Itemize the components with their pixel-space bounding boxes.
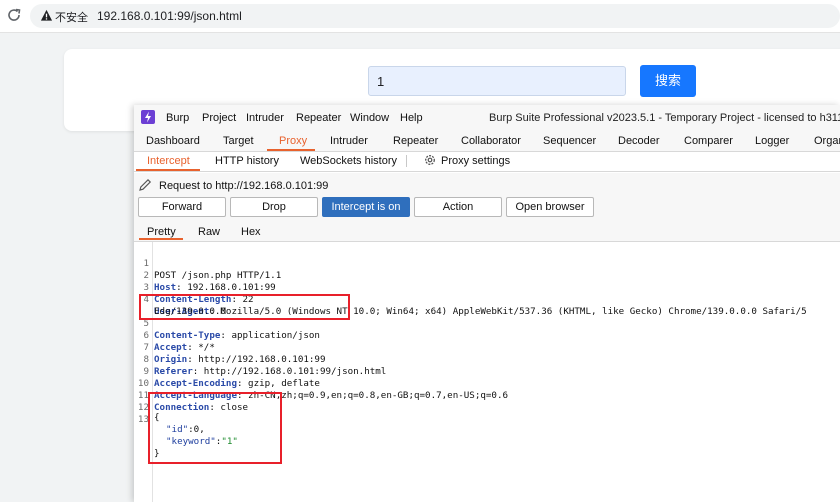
- forward-button[interactable]: Forward: [138, 197, 226, 217]
- tab-collaborator[interactable]: Collaborator: [461, 135, 521, 147]
- address-bar[interactable]: 不安全 192.168.0.101:99/json.html: [30, 4, 840, 28]
- search-button[interactable]: 搜索: [640, 65, 696, 97]
- search-input[interactable]: 1: [368, 66, 626, 96]
- proxy-settings-link[interactable]: Proxy settings: [441, 155, 510, 167]
- content-type-highlight: [139, 294, 350, 320]
- subtab-http-history[interactable]: HTTP history: [215, 155, 279, 167]
- proxy-subtabs: Intercept HTTP history WebSockets histor…: [134, 152, 840, 172]
- tab-dashboard[interactable]: Dashboard: [146, 135, 200, 147]
- pencil-icon: [139, 178, 152, 191]
- tab-target[interactable]: Target: [223, 135, 254, 147]
- menu-help[interactable]: Help: [400, 112, 423, 124]
- browser-toolbar: 不安全 192.168.0.101:99/json.html: [0, 0, 840, 33]
- request-target-label: Request to http://192.168.0.101:99: [159, 180, 329, 192]
- intercept-toolbar: Forward Drop Intercept is on Action Open…: [134, 197, 840, 223]
- menu-intruder[interactable]: Intruder: [246, 112, 284, 124]
- open-browser-button[interactable]: Open browser: [506, 197, 594, 217]
- menu-project[interactable]: Project: [202, 112, 236, 124]
- code-line: 7 Origin: http://192.168.0.101:99: [143, 342, 326, 365]
- request-info-bar: Request to http://192.168.0.101:99: [134, 173, 840, 197]
- active-view-indicator: [139, 238, 183, 240]
- request-editor[interactable]: 1 POST /json.php HTTP/1.1 2 Host: 192.16…: [134, 242, 840, 502]
- tab-comparer[interactable]: Comparer: [684, 135, 733, 147]
- reload-icon[interactable]: [6, 7, 22, 23]
- view-tab-hex[interactable]: Hex: [241, 226, 261, 238]
- menu-window[interactable]: Window: [350, 112, 389, 124]
- subtab-intercept[interactable]: Intercept: [147, 155, 190, 167]
- burp-logo-icon: [141, 110, 155, 124]
- drop-button[interactable]: Drop: [230, 197, 318, 217]
- menu-repeater[interactable]: Repeater: [296, 112, 341, 124]
- window-title: Burp Suite Professional v2023.5.1 - Temp…: [489, 112, 840, 124]
- action-button[interactable]: Action: [414, 197, 502, 217]
- burp-window: Burp Project Intruder Repeater Window He…: [134, 105, 840, 502]
- code-line: 10 Accept-Language: zh-CN,zh;q=0.9,en;q=…: [137, 378, 509, 401]
- tab-logger[interactable]: Logger: [755, 135, 789, 147]
- code-line: 11 Connection: close: [137, 390, 249, 413]
- view-tab-raw[interactable]: Raw: [198, 226, 220, 238]
- gear-icon[interactable]: [423, 153, 437, 167]
- url-text[interactable]: 192.168.0.101:99/json.html: [97, 9, 242, 23]
- code-line: 4 User-Agent: Mozilla/5.0 (Windows NT 10…: [143, 294, 807, 317]
- code-line: 8 Referer: http://192.168.0.101:99/json.…: [143, 354, 387, 377]
- intercept-toggle-button[interactable]: Intercept is on: [322, 197, 410, 217]
- code-line: 1 POST /json.php HTTP/1.1: [143, 258, 282, 281]
- tab-proxy[interactable]: Proxy: [279, 135, 307, 147]
- burp-titlebar: Burp Project Intruder Repeater Window He…: [134, 105, 840, 131]
- view-tab-pretty[interactable]: Pretty: [147, 226, 176, 238]
- message-view-tabs: Pretty Raw Hex: [134, 223, 840, 242]
- tab-decoder[interactable]: Decoder: [618, 135, 660, 147]
- code-line: 9 Accept-Encoding: gzip, deflate: [143, 366, 320, 389]
- tab-sequencer[interactable]: Sequencer: [543, 135, 596, 147]
- menu-burp[interactable]: Burp: [166, 112, 189, 124]
- warning-icon[interactable]: [40, 9, 53, 22]
- tab-intruder[interactable]: Intruder: [330, 135, 368, 147]
- insecure-label[interactable]: 不安全: [55, 9, 88, 25]
- subtab-websockets-history[interactable]: WebSockets history: [300, 155, 397, 167]
- tab-organizer[interactable]: Organ: [814, 135, 840, 147]
- json-body-highlight: [148, 392, 282, 464]
- active-tab-indicator: [267, 149, 315, 151]
- code-line: 2 Host: 192.168.0.101:99: [143, 270, 276, 293]
- subtab-divider: [406, 155, 407, 167]
- main-tabs: Dashboard Target Proxy Intruder Repeater…: [134, 131, 840, 152]
- code-line: 3 Content-Length: 22: [143, 282, 254, 305]
- tab-repeater[interactable]: Repeater: [393, 135, 438, 147]
- active-subtab-indicator: [136, 169, 200, 171]
